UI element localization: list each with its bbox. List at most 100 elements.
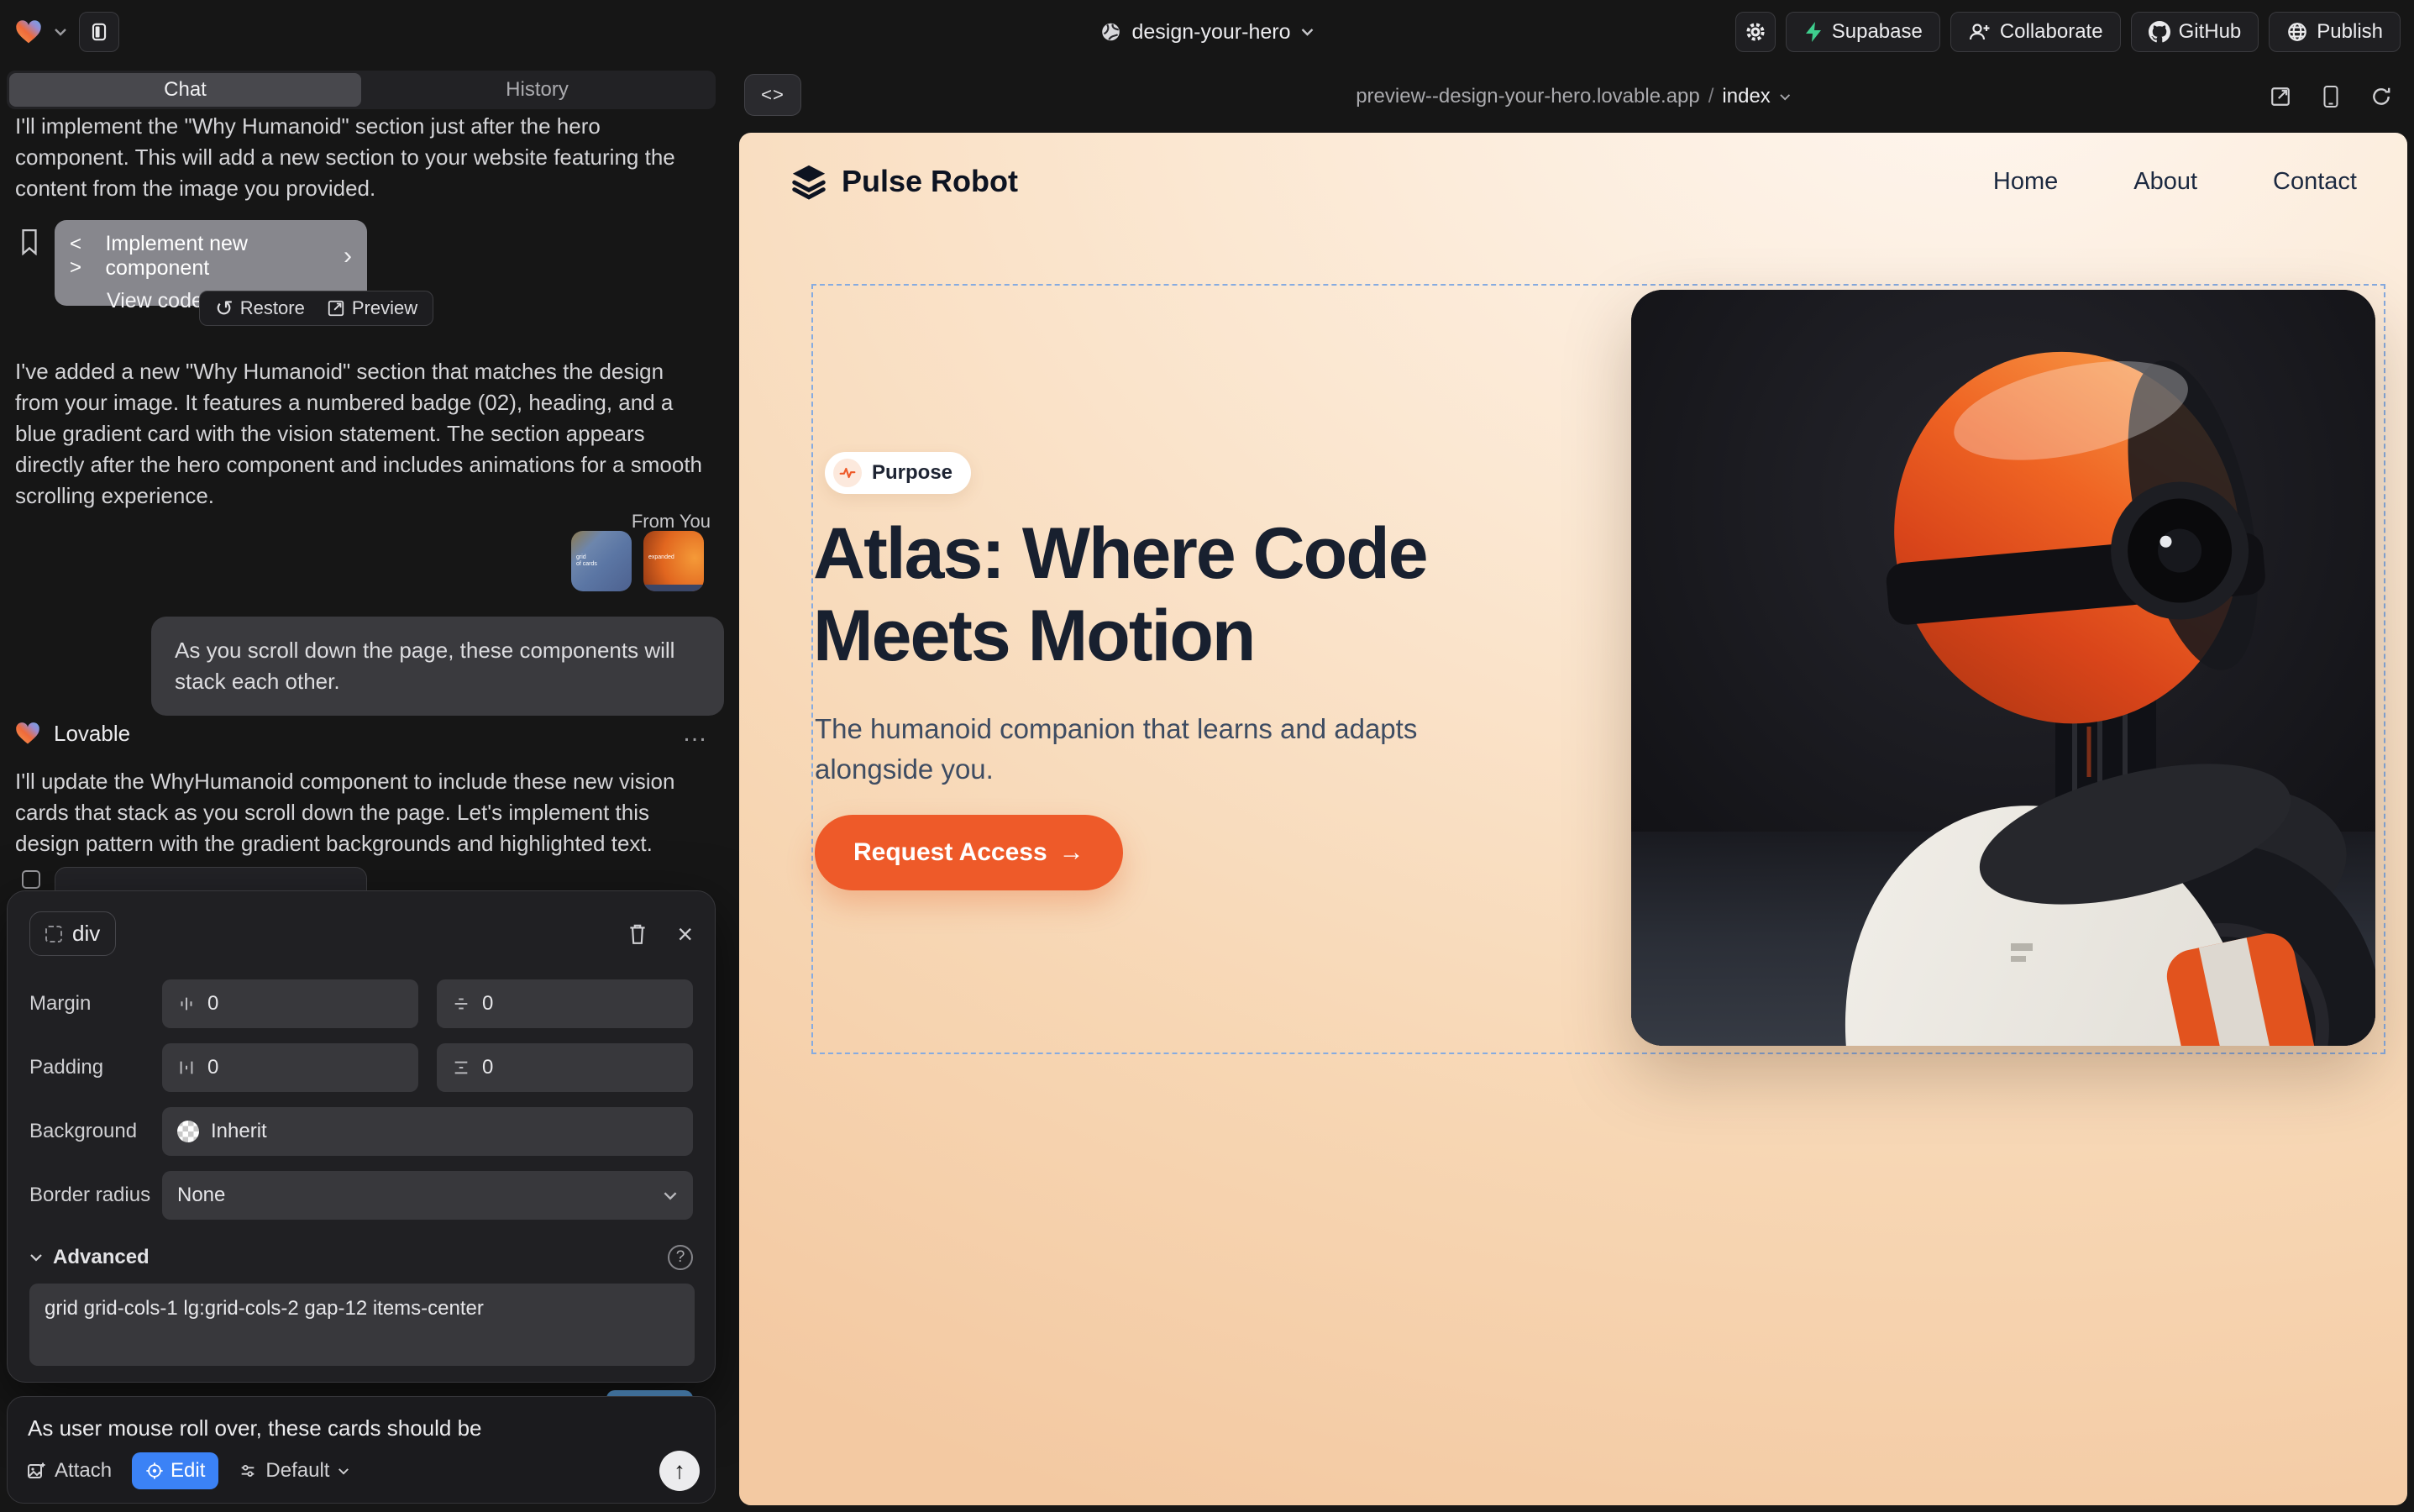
refresh-button[interactable]	[2370, 86, 2392, 108]
collaborate-button[interactable]: Collaborate	[1950, 12, 2121, 52]
chat-composer[interactable]: As user mouse roll over, these cards sho…	[7, 1396, 716, 1504]
sliders-icon	[239, 1462, 257, 1480]
transparency-swatch-icon	[177, 1121, 199, 1142]
user-message-bubble: As you scroll down the page, these compo…	[151, 617, 724, 716]
tab-history[interactable]: History	[361, 73, 713, 107]
bookmark-icon[interactable]	[18, 228, 40, 255]
collaborate-icon	[1968, 22, 1992, 42]
project-switcher[interactable]: design-your-hero	[1100, 0, 1315, 64]
restore-icon: ↺	[215, 296, 234, 322]
app-window: design-your-hero Supabase Collaborate Gi…	[0, 0, 2414, 1512]
hero-badge: Purpose	[825, 452, 971, 494]
element-box-icon	[45, 926, 62, 942]
supabase-button[interactable]: Supabase	[1786, 12, 1940, 52]
code-view-toggle[interactable]: <>	[744, 74, 801, 116]
tailwind-classes-input[interactable]: grid grid-cols-1 lg:grid-cols-2 gap-12 i…	[29, 1284, 695, 1366]
lovable-avatar-icon	[15, 722, 40, 745]
send-button[interactable]: ↑	[659, 1451, 700, 1491]
composer-input[interactable]: As user mouse roll over, these cards sho…	[28, 1415, 695, 1441]
mobile-preview-button[interactable]	[2322, 85, 2340, 108]
advanced-chevron-icon	[29, 1253, 43, 1262]
assistant-message-1: I'll implement the "Why Humanoid" sectio…	[15, 111, 709, 204]
assistant-header: Lovable …	[15, 719, 709, 748]
nav-link-contact[interactable]: Contact	[2273, 168, 2357, 196]
url-chevron-icon	[1779, 93, 1791, 101]
message-menu-button[interactable]: …	[682, 719, 709, 748]
chevron-right-icon: ›	[344, 242, 352, 270]
margin-label: Margin	[29, 992, 162, 1016]
background-label: Background	[29, 1120, 162, 1143]
chevron-down-icon	[663, 1191, 678, 1200]
nav-link-about[interactable]: About	[2133, 168, 2197, 196]
border-radius-select[interactable]: None	[162, 1171, 693, 1220]
padding-label: Padding	[29, 1056, 162, 1079]
publish-button[interactable]: Publish	[2269, 12, 2401, 52]
gear-icon	[1745, 21, 1766, 43]
supabase-icon	[1803, 21, 1824, 43]
hero-subtitle: The humanoid companion that learns and a…	[815, 709, 1453, 790]
preview-toolbar: <> preview--design-your-hero.lovable.app…	[739, 71, 2407, 123]
tab-chat[interactable]: Chat	[9, 73, 361, 107]
advanced-section-toggle[interactable]: Advanced ?	[29, 1245, 693, 1270]
attach-button[interactable]: Attach	[26, 1459, 112, 1483]
project-globe-icon	[1100, 21, 1122, 43]
margin-horizontal-icon	[177, 995, 196, 1013]
mode-select[interactable]: Default	[239, 1459, 349, 1483]
workspace-chevron-icon[interactable]	[54, 28, 67, 36]
pending-card-icon	[22, 870, 40, 889]
site-logo[interactable]: Pulse Robot	[790, 162, 1018, 201]
assistant-message-2: I've added a new "Why Humanoid" section …	[15, 356, 709, 512]
request-access-button[interactable]: Request Access →	[815, 815, 1123, 890]
border-radius-label: Border radius	[29, 1184, 162, 1207]
padding-horizontal-icon	[177, 1058, 196, 1077]
top-bar: design-your-hero Supabase Collaborate Gi…	[0, 0, 2414, 64]
project-chevron-icon	[1301, 28, 1315, 36]
code-brackets-icon: < >	[70, 233, 93, 280]
restore-button[interactable]: ↺ Restore	[215, 296, 305, 322]
help-icon[interactable]: ?	[668, 1245, 693, 1270]
attachment-image-blue[interactable]: gridof cards	[571, 531, 632, 591]
element-inspector-panel: div × Margin 0	[7, 890, 716, 1383]
site-header: Pulse Robot Home About Contact	[739, 133, 2407, 230]
site-brand-name: Pulse Robot	[842, 164, 1018, 199]
close-inspector-button[interactable]: ×	[677, 921, 693, 948]
edit-mode-button[interactable]: Edit	[132, 1452, 218, 1489]
tool-card-title: Implement new component	[105, 232, 332, 281]
version-actions: ↺ Restore Preview	[199, 291, 433, 326]
settings-button[interactable]	[1735, 12, 1776, 52]
lovable-logo-icon[interactable]	[15, 19, 42, 45]
sidebar-toggle-button[interactable]	[79, 12, 119, 52]
nav-link-home[interactable]: Home	[1993, 168, 2058, 196]
edit-target-icon	[145, 1462, 164, 1480]
from-you-label: From You	[632, 511, 711, 533]
layers-icon	[790, 162, 828, 201]
preview-url[interactable]: preview--design-your-hero.lovable.app / …	[1356, 85, 1791, 108]
chat-history-tabs: Chat History	[7, 71, 716, 109]
assistant-name: Lovable	[54, 721, 130, 747]
hero-heading: Atlas: Where CodeMeets Motion	[813, 512, 1427, 677]
pulse-icon	[833, 459, 862, 487]
background-input[interactable]: Inherit	[162, 1107, 693, 1156]
preview-button[interactable]: Preview	[327, 297, 417, 319]
github-button[interactable]: GitHub	[2131, 12, 2259, 52]
margin-x-input[interactable]: 0	[162, 979, 418, 1028]
project-name: design-your-hero	[1132, 20, 1291, 45]
chat-panel: Chat History I'll implement the "Why Hum…	[7, 71, 716, 1505]
open-external-button[interactable]	[2270, 86, 2291, 108]
attach-image-icon	[26, 1461, 46, 1481]
padding-vertical-icon	[452, 1058, 470, 1077]
send-arrow-icon: ↑	[674, 1457, 685, 1484]
delete-element-button[interactable]	[627, 922, 648, 946]
margin-y-input[interactable]: 0	[437, 979, 693, 1028]
attachment-image-orange[interactable]: expanded	[643, 531, 704, 591]
selected-element-chip[interactable]: div	[29, 911, 116, 956]
hero-robot-image	[1631, 290, 2375, 1046]
github-icon	[2149, 21, 2170, 43]
site-preview: Pulse Robot Home About Contact Purpose A…	[739, 133, 2407, 1505]
padding-y-input[interactable]: 0	[437, 1043, 693, 1092]
publish-globe-icon	[2286, 21, 2308, 43]
open-preview-icon	[327, 299, 345, 318]
padding-x-input[interactable]: 0	[162, 1043, 418, 1092]
hero-badge-label: Purpose	[872, 461, 952, 485]
site-nav: Home About Contact	[1993, 168, 2357, 196]
